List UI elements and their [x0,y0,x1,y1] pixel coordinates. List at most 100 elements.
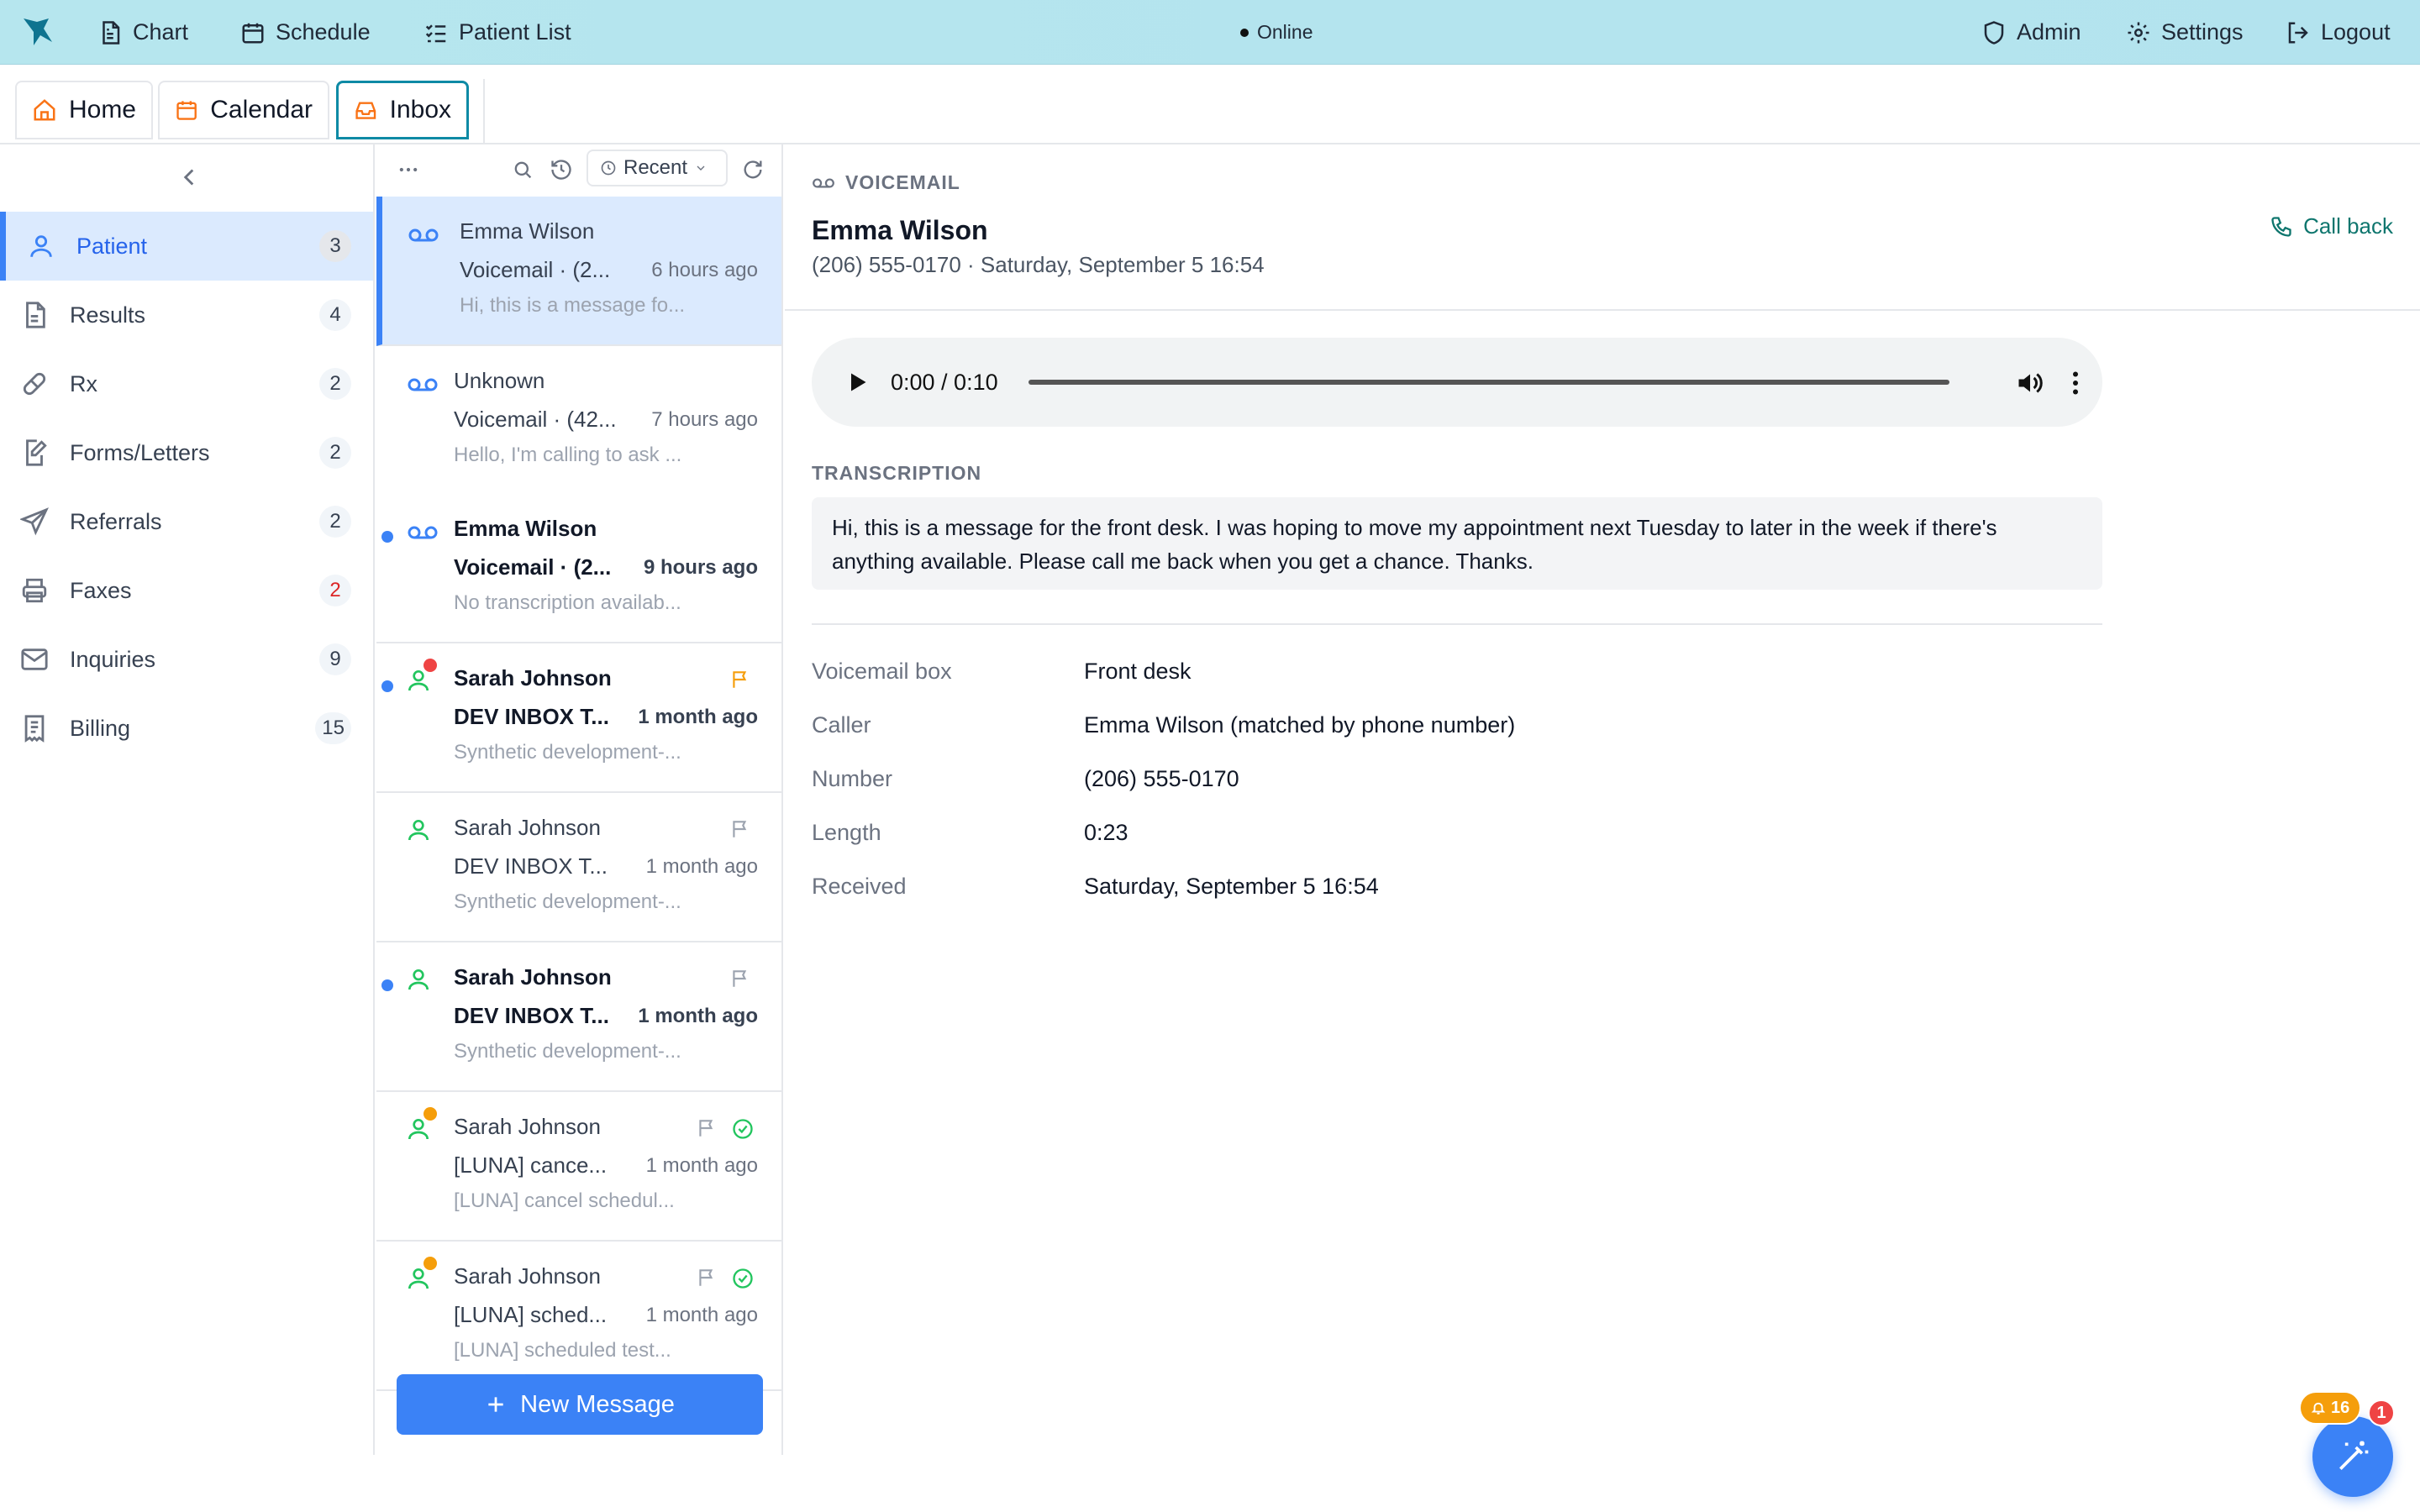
message-preview: Synthetic development-... [454,1040,681,1063]
message-row[interactable]: Sarah Johnson [LUNA] sched... 1 month ag… [376,1242,781,1391]
detail-field-caller: Caller Emma Wilson (matched by phone num… [812,712,2102,746]
message-row[interactable]: Sarah Johnson [LUNA] cance... 1 month ag… [376,1092,781,1242]
message-row[interactable]: Unknown Voicemail · (42... 7 hours ago H… [376,346,781,496]
tab-home[interactable]: Home [15,81,153,139]
notification-badge[interactable]: 16 [2299,1391,2362,1425]
sidebar-item-label: Inquiries [70,646,156,672]
nav-schedule-label: Schedule [276,19,371,45]
nav-admin[interactable]: Admin [1981,0,2081,65]
more-horizontal-icon[interactable] [397,158,420,181]
unread-dot-icon [381,531,393,543]
priority-dot-icon [424,659,437,672]
flag-icon[interactable] [696,1117,718,1139]
field-label: Number [812,766,893,791]
sidebar-item-inquiries[interactable]: Inquiries 9 [0,625,373,694]
message-row[interactable]: Emma Wilson Voicemail · (2... 6 hours ag… [376,197,781,346]
message-subject: Voicemail · (42... [454,407,617,432]
sidebar-count-badge: 15 [315,712,351,744]
sidebar-item-forms-letters[interactable]: Forms/Letters 2 [0,418,373,487]
inbox-icon [355,102,376,119]
nav-chart[interactable]: Chart [97,0,188,65]
message-preview: Hi, this is a message fo... [460,294,686,317]
flag-icon[interactable] [729,968,751,990]
volume-icon[interactable] [2015,368,2045,398]
app-logo-icon[interactable] [20,13,57,50]
more-vertical-icon[interactable] [2060,368,2091,398]
plus-icon [488,1397,503,1412]
search-icon[interactable] [511,158,534,181]
message-row[interactable]: Sarah Johnson DEV INBOX T... 1 month ago… [376,643,781,793]
flag-icon[interactable] [696,1267,718,1289]
detail-field-number: Number (206) 555-0170 [812,766,2102,800]
flag-icon[interactable] [729,669,751,690]
message-type-text: VOICEMAIL [845,171,960,193]
connection-status-label: Online [1257,21,1313,43]
message-sender: Sarah Johnson [454,1114,601,1139]
notification-count: 16 [2331,1398,2350,1417]
sidebar-item-label: Results [70,302,146,328]
new-message-button[interactable]: New Message [397,1374,763,1435]
chevron-down-icon [697,165,705,171]
tab-inbox[interactable]: Inbox [336,81,469,139]
message-row[interactable]: Sarah Johnson DEV INBOX T... 1 month ago… [376,942,781,1092]
message-time: 9 hours ago [643,556,758,579]
history-icon[interactable] [550,158,573,181]
message-list-panel: Recent Emma Wilson Voicemail · (2... 6 h… [376,144,783,1455]
field-label: Caller [812,712,871,738]
tab-inbox-label: Inbox [389,96,451,123]
list-check-icon [425,24,446,42]
detail-title: Emma Wilson [812,215,988,245]
sidebar-item-results[interactable]: Results 4 [0,281,373,349]
calendar-icon [176,101,197,120]
sidebar-item-patient[interactable]: Patient 3 [0,212,373,281]
audio-progress-track[interactable] [1028,380,1949,385]
voicemail-icon [408,526,438,539]
voicemail-icon [813,177,834,188]
message-row[interactable]: Emma Wilson Voicemail · (2... 9 hours ag… [376,494,781,643]
shield-icon [1984,20,2004,45]
sidebar-item-label: Faxes [70,577,132,603]
message-sender: Sarah Johnson [454,1263,601,1289]
nav-logout-label: Logout [2321,19,2391,45]
field-label: Voicemail box [812,659,952,684]
message-subject: [LUNA] sched... [454,1302,608,1327]
call-back-button[interactable]: Call back [2270,213,2393,239]
message-time: 1 month ago [645,1154,758,1177]
message-row[interactable]: Sarah Johnson DEV INBOX T... 1 month ago… [376,793,781,942]
alert-count-badge: 1 [2368,1399,2395,1426]
message-subject: DEV INBOX T... [454,853,608,879]
message-type-label: VOICEMAIL [812,171,960,194]
sidebar-item-label: Referrals [70,508,162,534]
message-subject: DEV INBOX T... [454,1003,609,1028]
sort-filter-select[interactable]: Recent [587,150,728,186]
transcription-heading: TRANSCRIPTION [812,462,982,484]
message-preview: Synthetic development-... [454,741,681,764]
sidebar-item-billing[interactable]: Billing 15 [0,694,373,763]
flag-icon[interactable] [729,818,751,840]
sidebar-item-referrals[interactable]: Referrals 2 [0,487,373,556]
play-icon[interactable] [845,370,869,395]
clock-icon [601,160,616,176]
chevron-left-icon[interactable] [175,163,203,192]
assistant-fab-button[interactable] [2312,1416,2393,1497]
tab-calendar[interactable]: Calendar [158,81,329,139]
nav-patient-list[interactable]: Patient List [424,0,571,65]
printer-icon [22,578,47,603]
sidebar-item-label: Billing [70,715,131,741]
sidebar-item-faxes[interactable]: Faxes 2 [0,556,373,625]
tab-calendar-label: Calendar [210,96,313,123]
field-value: Front desk [1084,659,1192,684]
message-sender: Sarah Johnson [454,964,612,990]
message-time: 1 month ago [645,1304,758,1326]
form-edit-icon [26,439,47,466]
sidebar-count-badge: 4 [319,299,351,331]
detail-field-voicemail-box: Voicemail box Front desk [812,659,2102,692]
sidebar-item-rx[interactable]: Rx 2 [0,349,373,418]
nav-logout[interactable]: Logout [2286,0,2391,65]
nav-settings[interactable]: Settings [2126,0,2244,65]
nav-schedule[interactable]: Schedule [240,0,371,65]
voicemail-icon [408,228,439,242]
divider [785,309,2420,311]
refresh-icon[interactable] [741,158,765,181]
phone-icon [2271,216,2291,237]
